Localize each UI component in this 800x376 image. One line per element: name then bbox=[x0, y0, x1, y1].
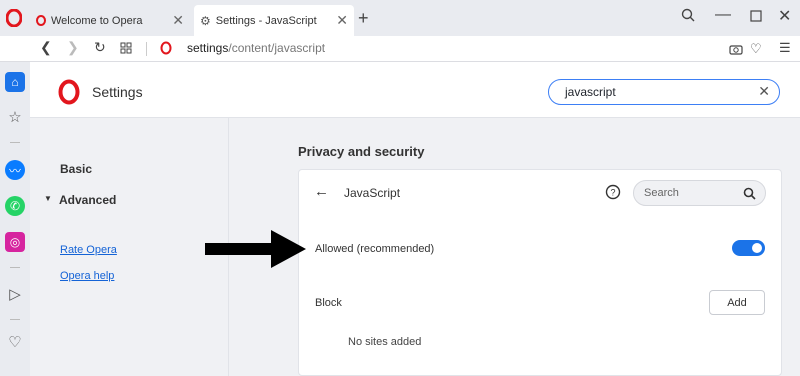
rate-opera-link[interactable]: Rate Opera bbox=[60, 244, 117, 256]
instagram-icon[interactable]: ◎ bbox=[5, 232, 25, 252]
back-arrow-icon[interactable]: ← bbox=[314, 183, 329, 200]
reload-icon[interactable]: ↻ bbox=[94, 39, 106, 56]
divider bbox=[10, 142, 20, 143]
subpage-title: JavaScript bbox=[344, 186, 401, 200]
opera-logo-icon bbox=[160, 41, 172, 55]
section-title: Privacy and security bbox=[298, 144, 425, 159]
search-tabs-icon[interactable] bbox=[681, 8, 695, 22]
url-path: /content/javascript bbox=[228, 41, 326, 55]
url-field[interactable]: settings/content/javascript bbox=[187, 41, 325, 55]
settings-menu: Basic ▼ Advanced Rate Opera Opera help bbox=[30, 118, 229, 376]
clear-search-icon[interactable]: ✕ bbox=[758, 83, 770, 100]
menu-item-advanced[interactable]: Advanced bbox=[59, 193, 116, 207]
block-label: Block bbox=[315, 297, 342, 309]
new-tab-button[interactable]: + bbox=[358, 8, 369, 29]
opera-menu-icon[interactable] bbox=[6, 9, 22, 27]
search-placeholder: Search bbox=[644, 187, 679, 199]
help-icon[interactable]: ? bbox=[605, 184, 621, 200]
tab-title: Settings - JavaScript bbox=[215, 14, 317, 27]
heart-icon[interactable]: ♡ bbox=[5, 332, 25, 352]
maximize-icon[interactable] bbox=[750, 10, 762, 22]
page-search-input[interactable]: Search bbox=[633, 180, 766, 206]
gear-icon: ⚙ bbox=[200, 13, 211, 28]
caret-down-icon: ▼ bbox=[44, 194, 52, 203]
speed-dial-icon[interactable] bbox=[120, 42, 132, 54]
allowed-toggle[interactable] bbox=[732, 240, 765, 256]
opera-logo-icon bbox=[58, 79, 80, 105]
add-button[interactable]: Add bbox=[709, 290, 765, 315]
settings-search-input[interactable]: javascript ✕ bbox=[548, 79, 780, 105]
tab-settings-javascript[interactable]: ⚙ Settings - JavaScript ✕ bbox=[194, 5, 354, 36]
tab-title: Welcome to Opera bbox=[51, 14, 143, 27]
opera-help-link[interactable]: Opera help bbox=[60, 270, 114, 282]
close-window-icon[interactable]: ✕ bbox=[778, 6, 791, 26]
empty-state-text: No sites added bbox=[348, 336, 422, 348]
search-icon bbox=[743, 187, 756, 200]
close-tab-icon[interactable]: ✕ bbox=[336, 12, 348, 29]
tab-strip: Welcome to Opera ✕ ⚙ Settings - JavaScri… bbox=[0, 0, 800, 36]
search-value: javascript bbox=[565, 85, 616, 99]
send-icon[interactable]: ▷ bbox=[5, 284, 25, 304]
minimize-icon[interactable]: — bbox=[715, 6, 731, 24]
url-host: settings bbox=[187, 41, 229, 55]
page-title: Settings bbox=[92, 84, 143, 100]
home-icon[interactable]: ⌂ bbox=[5, 72, 25, 92]
messenger-icon[interactable]: 〰 bbox=[5, 160, 25, 180]
divider bbox=[10, 319, 20, 320]
easy-setup-icon[interactable]: ☰ bbox=[779, 40, 791, 56]
allowed-label: Allowed (recommended) bbox=[315, 243, 435, 255]
camera-icon[interactable] bbox=[729, 43, 743, 55]
toggle-knob bbox=[752, 243, 762, 253]
svg-text:?: ? bbox=[610, 188, 615, 198]
whatsapp-icon[interactable]: ✆ bbox=[5, 196, 25, 216]
divider bbox=[146, 42, 147, 56]
sidebar: ⌂ ☆ 〰 ✆ ◎ ▷ ♡ bbox=[0, 62, 30, 376]
tab-welcome[interactable]: Welcome to Opera ✕ bbox=[30, 5, 190, 36]
address-bar: ❮ ❯ ↻ settings/content/javascript ♡ ☰ bbox=[0, 36, 800, 62]
close-tab-icon[interactable]: ✕ bbox=[172, 12, 184, 29]
menu-item-basic[interactable]: Basic bbox=[60, 162, 92, 176]
pointer-arrow-icon bbox=[205, 230, 306, 268]
back-icon[interactable]: ❮ bbox=[40, 39, 52, 56]
opera-logo-icon bbox=[36, 15, 46, 26]
settings-header: Settings javascript ✕ bbox=[30, 62, 800, 118]
forward-icon[interactable]: ❯ bbox=[67, 39, 79, 56]
bookmark-icon[interactable]: ☆ bbox=[5, 107, 25, 127]
heart-icon[interactable]: ♡ bbox=[750, 41, 762, 57]
divider bbox=[10, 267, 20, 268]
